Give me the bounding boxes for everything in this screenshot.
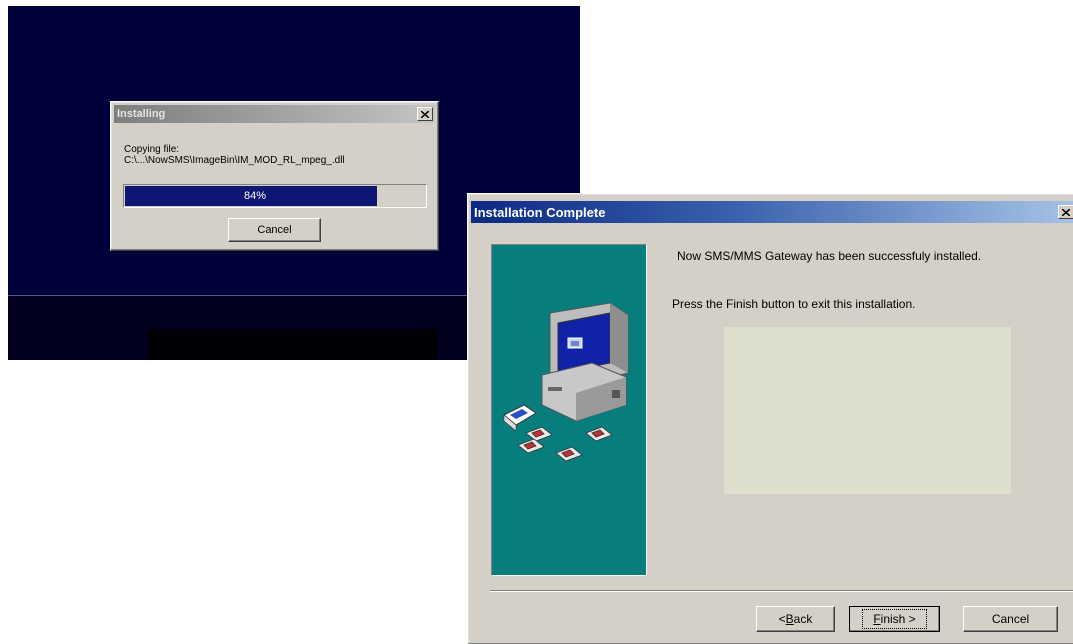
complete-titlebar: Installation Complete (471, 201, 1073, 223)
progress-percent-label: 84% (243, 190, 267, 202)
wizard-side-panel (491, 244, 647, 576)
copying-label: Copying file: (124, 144, 180, 155)
installing-close-button[interactable] (417, 107, 433, 121)
button-separator-highlight (490, 591, 1073, 592)
setup-status-area (148, 329, 438, 360)
back-button-rest: ack (793, 612, 813, 626)
progress-bar: 84% (123, 184, 427, 208)
finish-instruction: Press the Finish button to exit this ins… (672, 297, 916, 311)
computer-installation-icon (503, 302, 629, 462)
finish-button-focus: Finish > (862, 609, 927, 629)
back-button-mnemonic: B (785, 612, 794, 626)
finish-button[interactable]: Finish > (849, 606, 940, 632)
complete-cancel-button[interactable]: Cancel (963, 606, 1058, 632)
installing-titlebar: Installing (114, 105, 435, 123)
installation-complete-dialog: Installation Complete Now SMS/MMS Gatewa… (467, 193, 1073, 644)
complete-title: Installation Complete (474, 204, 606, 220)
back-button[interactable]: < Back (756, 606, 835, 632)
close-icon (421, 110, 429, 118)
installing-dialog: Installing Copying file: C:\...\NowSMS\I… (110, 101, 439, 251)
finish-button-mnemonic: F (873, 612, 881, 626)
info-panel (724, 327, 1011, 494)
copying-file-path: C:\...\NowSMS\ImageBin\IM_MOD_RL_mpeg_.d… (124, 155, 345, 166)
installing-title: Installing (117, 108, 166, 120)
close-icon (1062, 208, 1070, 216)
installing-cancel-button[interactable]: Cancel (228, 218, 321, 242)
installed-message: Now SMS/MMS Gateway has been successfuly… (677, 249, 982, 263)
complete-close-button[interactable] (1058, 205, 1073, 219)
back-button-prefix: < (778, 612, 786, 626)
finish-button-rest: inish (880, 612, 906, 626)
finish-button-suffix: > (905, 612, 916, 626)
